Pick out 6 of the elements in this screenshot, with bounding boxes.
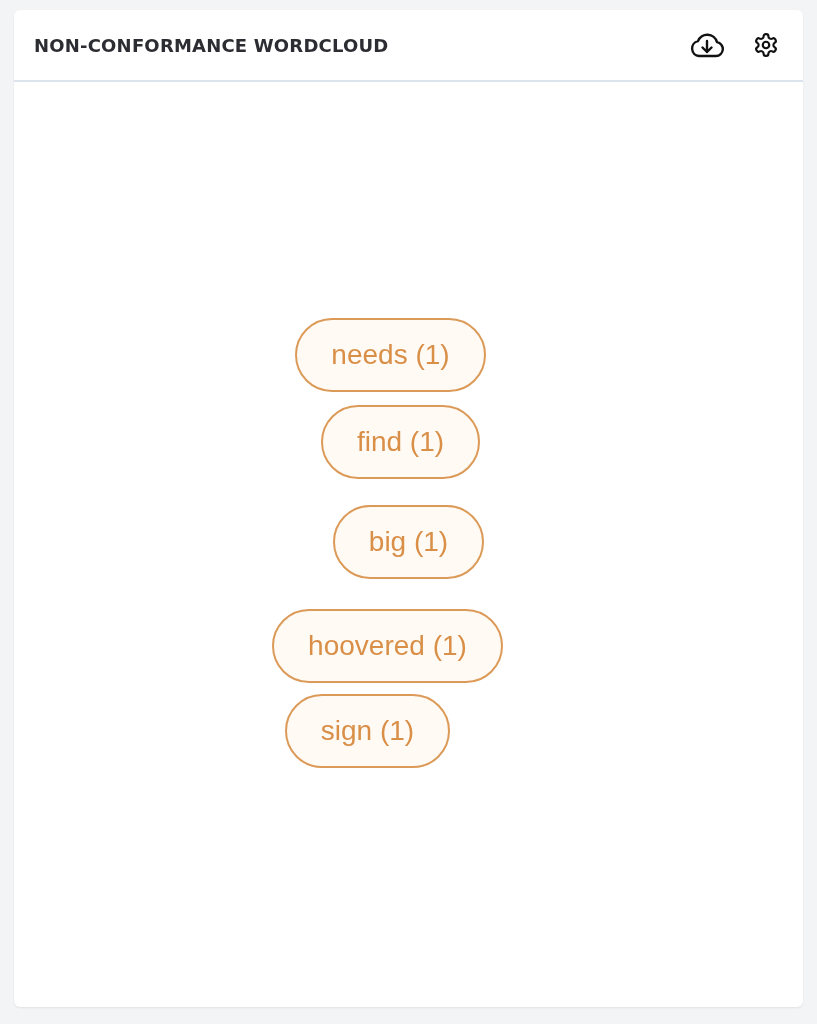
word-tag: hoovered (1) [272, 609, 503, 683]
word-tag: find (1) [320, 405, 481, 479]
word-tag: sign (1) [284, 694, 451, 768]
panel-title: NON-CONFORMANCE WORDCLOUD [34, 34, 390, 56]
word-tag: big (1) [332, 505, 485, 579]
word-tag: needs (1) [295, 318, 486, 392]
